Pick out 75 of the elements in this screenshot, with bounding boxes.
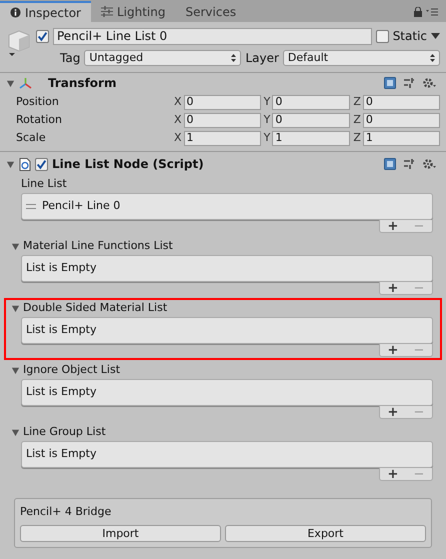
expanded-triangle-icon[interactable] — [6, 78, 15, 88]
layer-dropdown[interactable]: Default — [282, 50, 440, 66]
number-field[interactable]: 0 — [272, 94, 350, 110]
help-book-icon[interactable] — [384, 158, 396, 170]
tab[interactable]: Inspector — [0, 1, 91, 22]
empty-list-text: List is Empty — [26, 446, 96, 462]
expanded-triangle-icon[interactable] — [11, 366, 20, 374]
sliders-icon — [100, 6, 113, 17]
number-field[interactable]: 0 — [362, 94, 440, 110]
layer-label: Layer — [245, 50, 279, 67]
number-field[interactable]: 0 — [184, 94, 261, 110]
expanded-triangle-icon[interactable] — [11, 242, 20, 250]
script-file-icon — [19, 158, 31, 170]
number-field[interactable]: 1 — [272, 130, 350, 146]
static-checkbox[interactable] — [376, 30, 389, 42]
settings-icon[interactable] — [422, 77, 436, 89]
info-icon — [10, 7, 21, 18]
list-label: Material Line Functions List — [23, 238, 173, 254]
axis-label: Y — [264, 94, 270, 110]
number-field[interactable]: 0 — [184, 112, 261, 128]
add-button[interactable]: + — [388, 220, 398, 232]
menu-icon[interactable] — [426, 8, 438, 16]
dropdown-arrow-icon[interactable] — [431, 33, 440, 39]
expanded-triangle-icon[interactable] — [11, 304, 20, 312]
axis-label: Z — [353, 94, 361, 110]
list-label: Double Sided Material List — [23, 300, 168, 316]
bridge-button[interactable]: Export — [225, 524, 426, 542]
bridge-title: Pencil+ 4 Bridge — [20, 504, 112, 520]
number-field[interactable]: 0 — [362, 112, 440, 128]
active-checkbox[interactable] — [36, 30, 49, 42]
drag-handle-icon[interactable] — [26, 204, 36, 209]
property-label: Position — [16, 94, 60, 110]
list-label: Ignore Object List — [23, 362, 120, 378]
expanded-triangle-icon[interactable] — [6, 160, 15, 168]
component-title: Transform — [48, 75, 116, 92]
preset-sliders-icon[interactable] — [403, 158, 415, 170]
preset-sliders-icon[interactable] — [403, 77, 415, 89]
static-label: Static — [392, 28, 427, 45]
tag-dropdown[interactable]: Untagged — [84, 50, 242, 66]
empty-list-text: List is Empty — [26, 384, 96, 400]
expanded-triangle-icon[interactable] — [11, 428, 20, 436]
axis-label: Z — [353, 112, 361, 128]
add-button[interactable]: + — [388, 344, 398, 356]
settings-icon[interactable] — [422, 158, 436, 170]
axis-label: Z — [353, 130, 361, 146]
property-label: Scale — [16, 130, 47, 146]
number-field[interactable]: 1 — [362, 130, 440, 146]
tab[interactable]: Services — [176, 1, 246, 22]
tag-label: Tag — [60, 50, 80, 67]
empty-list-text: List is Empty — [26, 322, 96, 338]
help-book-icon[interactable] — [384, 77, 396, 89]
up-down-arrows-icon — [430, 54, 436, 62]
number-field[interactable]: 1 — [184, 130, 261, 146]
component-title: Line List Node (Script) — [52, 156, 204, 173]
empty-list-text: List is Empty — [26, 260, 96, 276]
add-button[interactable]: + — [388, 468, 398, 480]
up-down-arrows-icon — [231, 54, 236, 62]
bridge-button[interactable]: Import — [20, 524, 221, 542]
list-label: Line Group List — [23, 424, 106, 440]
axis-label: Y — [264, 130, 270, 146]
axis-label: Y — [264, 112, 270, 128]
number-field[interactable]: 0 — [272, 112, 350, 128]
name-field[interactable]: Pencil+ Line List 0 — [53, 28, 372, 44]
add-button[interactable]: + — [388, 406, 398, 418]
list-item[interactable]: Pencil+ Line 0 — [42, 198, 120, 215]
axes-icon — [19, 76, 32, 90]
list-label: Line List — [20, 176, 67, 192]
tab[interactable]: Lighting — [90, 1, 176, 22]
property-label: Rotation — [16, 112, 64, 128]
axis-label: X — [174, 112, 182, 128]
lock-icon[interactable] — [414, 6, 422, 16]
axis-label: X — [174, 94, 182, 110]
axis-label: X — [174, 130, 182, 146]
add-button[interactable]: + — [388, 282, 398, 294]
enabled-checkbox[interactable] — [35, 158, 48, 170]
